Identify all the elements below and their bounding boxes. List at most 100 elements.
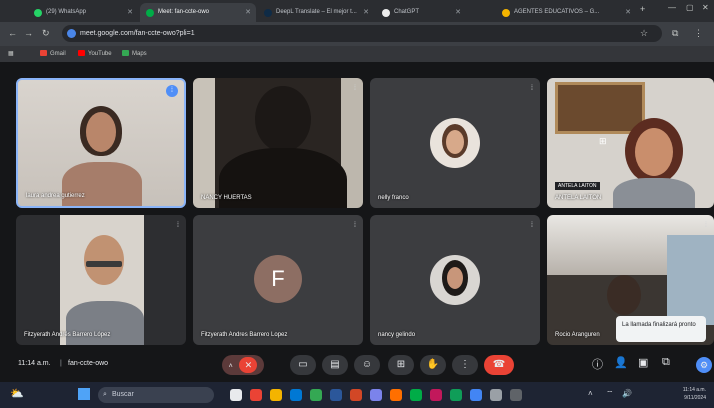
close-tab-icon[interactable]: ✕ — [363, 3, 369, 22]
address-bar[interactable]: meet.google.com/fan-ccte-owo?pli=1 — [62, 25, 662, 42]
video-overlay-label: ANTELA LAITON — [555, 182, 600, 190]
participant-tile[interactable]: ⁞ nelly franco — [370, 78, 540, 208]
app-icon[interactable] — [430, 389, 442, 401]
meeting-time: 11:14 a.m. — [18, 360, 51, 367]
activities-icon[interactable]: ⧉ — [662, 356, 670, 369]
menu-icon[interactable]: ⋮ — [694, 28, 703, 39]
people-icon[interactable]: 👤 — [614, 356, 628, 369]
participant-name: laura andrea gutierrez — [26, 193, 85, 199]
settings-icon[interactable] — [510, 389, 522, 401]
edge-icon[interactable] — [290, 389, 302, 401]
participant-tile[interactable]: ⁞ NANCY HUERTAS — [193, 78, 363, 208]
call-ending-toast: La llamada finalizará pronto — [616, 316, 706, 342]
address-row: ← → ↻ meet.google.com/fan-ccte-owo?pli=1… — [0, 22, 714, 46]
more-options-icon: ⋮ — [460, 359, 470, 370]
extensions-icon[interactable]: ⧉ — [672, 28, 678, 39]
pin-icon[interactable]: ⊞ — [599, 136, 607, 147]
teams-icon[interactable] — [370, 389, 382, 401]
more-options-button[interactable]: ⋮ — [452, 355, 478, 375]
meet-app-icon[interactable] — [410, 389, 422, 401]
drive-icon — [502, 9, 510, 17]
person-face — [635, 128, 673, 176]
app-icon[interactable] — [390, 389, 402, 401]
app-icon[interactable] — [470, 389, 482, 401]
close-tab-icon[interactable]: ✕ — [245, 3, 251, 22]
participant-name: Fitzyerath Andres Barrero Lopez — [201, 332, 288, 338]
new-tab-icon[interactable]: + — [640, 4, 645, 14]
glasses — [86, 261, 122, 267]
camera-button[interactable]: ▭ — [290, 355, 316, 375]
tab-label: DeepL Translate – El mejor t... — [276, 9, 357, 15]
end-call-button[interactable]: ☎ — [484, 355, 514, 375]
tab-label: Meet: fan-ccte-owo — [158, 9, 210, 15]
back-icon[interactable]: ← — [8, 28, 17, 38]
taskbar-clock[interactable]: 11:14 a.m. 9/11/2024 — [683, 386, 706, 402]
participant-name: Fitzyerath Andrés Barrero López — [24, 332, 111, 338]
participant-tile[interactable]: ⁞ laura andrea gutierrez — [16, 78, 186, 208]
chat-icon[interactable]: ▣ — [638, 356, 648, 369]
mic-off-icon: ⁞ — [354, 85, 356, 92]
bookmark-star-icon[interactable]: ☆ — [640, 28, 648, 39]
minimize-icon[interactable]: — — [668, 3, 676, 12]
avatar — [430, 255, 480, 305]
present-button[interactable]: ⊞ — [388, 355, 414, 375]
mic-off-icon: ⁞ — [354, 222, 356, 229]
participant-tile[interactable]: ANTELA LAITON ⊞ ANTELA LAITON — [547, 78, 714, 208]
raise-hand-icon: ✋ — [426, 359, 440, 370]
participant-tile[interactable]: F ⁞ Fitzyerath Andres Barrero Lopez — [193, 215, 363, 345]
file-explorer-icon[interactable] — [230, 389, 242, 401]
info-icon[interactable]: ⓘ — [592, 356, 603, 372]
excel-icon[interactable] — [310, 389, 322, 401]
tab-chatgpt[interactable]: ChatGPT ✕ — [376, 3, 466, 22]
forward-icon[interactable]: → — [24, 28, 33, 38]
bookmark-gmail[interactable]: Gmail — [40, 50, 66, 57]
person-head — [255, 86, 311, 152]
bookmark-youtube[interactable]: YouTube — [78, 50, 112, 57]
mic-off-icon: ✕ — [239, 357, 258, 373]
app-icon[interactable] — [450, 389, 462, 401]
maximize-icon[interactable]: ▢ — [686, 3, 694, 12]
clock-time: 11:14 a.m. — [682, 387, 706, 393]
person-head — [607, 275, 641, 315]
raise-hand-button[interactable]: ✋ — [420, 355, 446, 375]
site-info-icon[interactable] — [67, 29, 76, 38]
app-icon[interactable] — [490, 389, 502, 401]
weather-icon[interactable]: ⛅ — [10, 387, 24, 400]
close-window-icon[interactable]: ✕ — [702, 3, 709, 12]
close-tab-icon[interactable]: ✕ — [625, 3, 631, 22]
participant-tile[interactable]: ⁞ nancy gelindo — [370, 215, 540, 345]
browser-tab-bar: (29) WhatsApp ✕ Meet: fan-ccte-owo ✕ Dee… — [0, 0, 714, 22]
tab-whatsapp[interactable]: (29) WhatsApp ✕ — [28, 3, 138, 22]
folder-icon[interactable] — [270, 389, 282, 401]
windows-taskbar: ⛅ ⌕ Buscar ˄ ⌔ 🔊 11:14 a.m. 9/11/2024 — [0, 382, 714, 408]
reload-icon[interactable]: ↻ — [42, 28, 50, 39]
chrome-icon[interactable] — [250, 389, 262, 401]
camera-icon: ▭ — [298, 359, 308, 370]
emoji-icon: ☺ — [361, 359, 373, 370]
emoji-button[interactable]: ☺ — [354, 355, 380, 375]
tray-chevron-icon[interactable]: ˄ — [588, 389, 593, 398]
chatgpt-icon — [382, 9, 390, 17]
tab-meet[interactable]: Meet: fan-ccte-owo ✕ — [140, 3, 256, 22]
wifi-icon[interactable]: ⌔ — [606, 389, 614, 399]
host-controls-icon[interactable]: ⚙ — [696, 357, 712, 373]
tab-label: AGENTES EDUCATIVOS – G... — [514, 9, 600, 15]
person-face — [84, 235, 124, 285]
apps-icon[interactable]: ▦ — [8, 50, 14, 57]
tab-deepl[interactable]: DeepL Translate – El mejor t... ✕ — [258, 3, 374, 22]
tab-agentes-educativos[interactable]: AGENTES EDUCATIVOS – G... ✕ — [496, 3, 636, 22]
close-tab-icon[interactable]: ✕ — [127, 3, 133, 22]
chevron-up-icon[interactable]: ˄ — [229, 363, 233, 370]
powerpoint-icon[interactable] — [350, 389, 362, 401]
close-tab-icon[interactable]: ✕ — [455, 3, 461, 22]
bookmark-maps[interactable]: Maps — [122, 50, 147, 57]
taskbar-search[interactable]: ⌕ Buscar — [98, 387, 214, 403]
windows-start-icon[interactable] — [78, 388, 90, 400]
meet-icon — [146, 9, 154, 17]
captions-button[interactable]: ▤ — [322, 355, 348, 375]
participant-tile[interactable]: ⁞ Fitzyerath Andrés Barrero López — [16, 215, 186, 345]
mic-toggle-button[interactable]: ˄ ✕ — [222, 355, 264, 375]
word-icon[interactable] — [330, 389, 342, 401]
volume-icon[interactable]: 🔊 — [622, 389, 632, 398]
meet-control-bar: 11:14 a.m. | fan-ccte-owo ˄ ✕ ▭ ▤ ☺ ⊞ ✋ … — [0, 348, 714, 382]
